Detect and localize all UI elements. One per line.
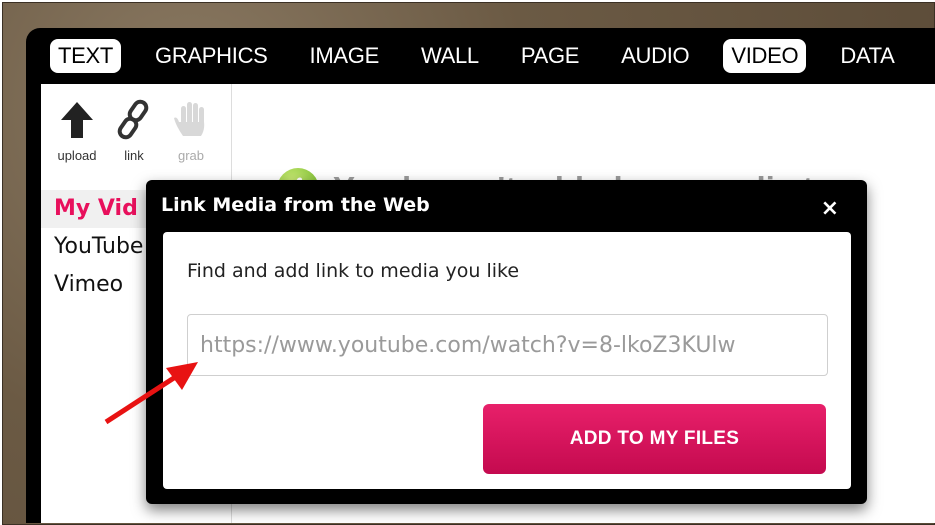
tab-text[interactable]: TEXT (50, 39, 122, 73)
hand-grab-icon (163, 98, 219, 142)
media-url-input[interactable] (187, 314, 828, 376)
close-icon[interactable]: × (821, 196, 839, 221)
upload-button[interactable]: upload (49, 98, 105, 163)
grab-button[interactable]: grab (163, 98, 219, 163)
dialog-body: Find and add link to media you like ADD … (163, 232, 851, 489)
upload-arrow-icon (49, 98, 105, 142)
red-pointer-arrow-icon (104, 362, 198, 425)
tab-audio[interactable]: AUDIO (613, 39, 697, 73)
tab-bar: TEXT GRAPHICS IMAGE WALL PAGE AUDIO VIDE… (26, 28, 935, 84)
tab-video[interactable]: VIDEO (723, 39, 807, 73)
tab-data[interactable]: DATA (832, 39, 902, 73)
chain-link-icon (106, 98, 162, 142)
dialog-title: Link Media from the Web (161, 194, 430, 216)
link-button[interactable]: link (106, 98, 162, 163)
link-media-dialog: Link Media from the Web × Find and add l… (146, 180, 867, 504)
media-tools: upload link grab (41, 84, 231, 174)
tab-graphics[interactable]: GRAPHICS (147, 39, 276, 73)
upload-label: upload (57, 148, 97, 163)
tab-image[interactable]: IMAGE (302, 39, 387, 73)
grab-label: grab (177, 148, 205, 163)
link-label: link (124, 148, 144, 163)
tab-page[interactable]: PAGE (513, 39, 587, 73)
dialog-description: Find and add link to media you like (187, 260, 520, 282)
tab-wall[interactable]: WALL (413, 39, 487, 73)
add-to-my-files-button[interactable]: ADD TO MY FILES (483, 404, 826, 474)
